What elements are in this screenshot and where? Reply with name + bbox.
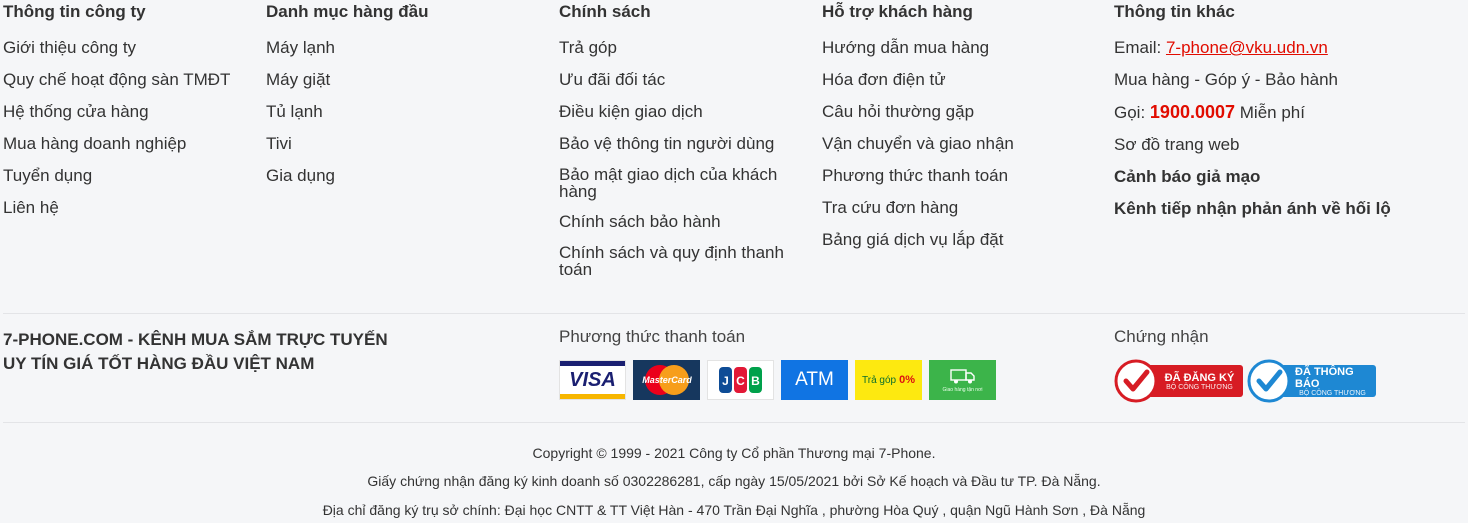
delivery-text: Giao hàng tận nơi <box>942 387 983 393</box>
footer-link[interactable]: Điều kiện giao dịch <box>559 102 799 122</box>
link-list: Hướng dẫn mua hàng Hóa đơn điện tử Câu h… <box>822 38 1102 250</box>
footer-link[interactable]: Liên hệ <box>3 198 253 218</box>
certification-badges: ĐÃ ĐĂNG KÝ BỘ CÔNG THƯƠNG ĐÃ THÔNG BÁO B… <box>1114 359 1376 403</box>
footer-column-other: Thông tin khác Email: 7-phone@vku.udn.vn… <box>1114 0 1454 231</box>
footer-link[interactable]: Vận chuyển và giao nhận <box>822 134 1102 154</box>
mastercard-icon: MasterCard <box>642 365 692 395</box>
installment-rate: 0% <box>899 374 915 386</box>
registered-badge[interactable]: ĐÃ ĐĂNG KÝ BỘ CÔNG THƯƠNG <box>1114 359 1243 403</box>
footer-link[interactable]: Câu hỏi thường gặp <box>822 102 1102 122</box>
delivery-logo[interactable]: Giao hàng tận nơi <box>929 360 996 400</box>
bribery-report-link[interactable]: Kênh tiếp nhận phản ánh về hối lộ <box>1114 199 1454 219</box>
registered-text: ĐÃ ĐĂNG KÝ <box>1164 371 1235 384</box>
installment-logo[interactable]: Trả góp 0% <box>855 360 922 400</box>
installment-text: Trả góp <box>862 374 897 386</box>
check-seal-icon <box>1114 359 1158 403</box>
footer-link[interactable]: Hóa đơn điện tử <box>822 70 1102 90</box>
footer-link[interactable]: Bảo vệ thông tin người dùng <box>559 134 799 154</box>
column-title: Chính sách <box>559 2 651 21</box>
footer-link[interactable]: Quy chế hoạt động sàn TMĐT <box>3 70 253 90</box>
link-list: Giới thiệu công ty Quy chế hoạt động sàn… <box>3 38 253 218</box>
footer-link[interactable]: Tivi <box>266 134 546 154</box>
footer-link[interactable]: Phương thức thanh toán <box>822 166 1102 186</box>
call-label: Gọi: <box>1114 103 1146 122</box>
atm-logo[interactable]: ATM <box>781 360 848 400</box>
mastercard-text: MasterCard <box>642 375 692 385</box>
brand-line: 7-PHONE.COM - KÊNH MUA SẮM TRỰC TUYẾN <box>3 330 388 349</box>
fraud-warning-link[interactable]: Cảnh báo giả mạo <box>1114 167 1454 187</box>
notified-pill: ĐÃ THÔNG BÁO BỘ CÔNG THƯƠNG <box>1281 365 1376 397</box>
footer-link[interactable]: Gia dụng <box>266 166 546 186</box>
mastercard-logo[interactable]: MasterCard <box>633 360 700 400</box>
registered-pill: ĐÃ ĐĂNG KÝ BỘ CÔNG THƯƠNG <box>1148 365 1243 397</box>
email-row: Email: 7-phone@vku.udn.vn <box>1114 38 1454 58</box>
footer-link[interactable]: Máy giặt <box>266 70 546 90</box>
divider <box>3 313 1465 314</box>
email-label: Email: <box>1114 38 1162 57</box>
footer-link[interactable]: Máy lạnh <box>266 38 546 58</box>
column-title: Hỗ trợ khách hàng <box>822 2 973 21</box>
payment-methods: VISA MasterCard J C B ATM Trả góp 0% Gia <box>559 360 996 400</box>
footer-link[interactable]: Giới thiệu công ty <box>3 38 253 58</box>
link-list: Máy lạnh Máy giặt Tủ lạnh Tivi Gia dụng <box>266 38 546 186</box>
copyright-text: Copyright © 1999 - 2021 Công ty Cổ phần … <box>532 445 936 461</box>
footer-link[interactable]: Bảng giá dịch vụ lắp đặt <box>822 230 1102 250</box>
footer-link[interactable]: Chính sách bảo hành <box>559 212 799 232</box>
brand-slogan: 7-PHONE.COM - KÊNH MUA SẮM TRỰC TUYẾN UY… <box>3 328 423 376</box>
column-title: Danh mục hàng đầu <box>266 2 429 21</box>
footer-column-support: Hỗ trợ khách hàng Hướng dẫn mua hàng Hóa… <box>822 0 1102 262</box>
footer-link[interactable]: Tra cứu đơn hàng <box>822 198 1102 218</box>
svg-text:B: B <box>751 374 760 388</box>
footer-link[interactable]: Ưu đãi đối tác <box>559 70 799 90</box>
check-seal-icon <box>1247 359 1291 403</box>
hotline-number[interactable]: 1900.0007 <box>1150 102 1235 122</box>
license-text: Giấy chứng nhận đăng ký kinh doanh số 03… <box>367 473 1101 489</box>
footer-link[interactable]: Mua hàng - Góp ý - Bảo hành <box>1114 70 1454 90</box>
truck-icon <box>949 369 975 384</box>
link-list: Email: 7-phone@vku.udn.vn Mua hàng - Góp… <box>1114 38 1454 219</box>
divider <box>3 422 1465 423</box>
notified-text: ĐÃ THÔNG BÁO <box>1295 365 1354 390</box>
svg-text:C: C <box>736 374 745 388</box>
payment-title: Phương thức thanh toán <box>559 327 746 346</box>
footer-link[interactable]: Trả góp <box>559 38 799 58</box>
footer-link[interactable]: Hệ thống cửa hàng <box>3 102 253 122</box>
footer-link[interactable]: Mua hàng doanh nghiệp <box>3 134 253 154</box>
footer-link[interactable]: Hướng dẫn mua hàng <box>822 38 1102 58</box>
column-title: Thông tin khác <box>1114 2 1235 21</box>
visa-text: VISA <box>569 368 616 391</box>
footer-link[interactable]: Chính sách và quy định thanh toán <box>559 244 799 278</box>
notified-badge[interactable]: ĐÃ THÔNG BÁO BỘ CÔNG THƯƠNG <box>1247 359 1376 403</box>
email-link[interactable]: 7-phone@vku.udn.vn <box>1166 38 1328 57</box>
sitemap-link[interactable]: Sơ đồ trang web <box>1114 135 1454 155</box>
ministry-text: BỘ CÔNG THƯƠNG <box>1166 383 1233 391</box>
visa-stripe-bottom <box>560 394 625 399</box>
svg-text:J: J <box>722 374 729 388</box>
column-title: Thông tin công ty <box>3 2 146 21</box>
free-label: Miễn phí <box>1239 103 1305 122</box>
address-text: Địa chỉ đăng ký trụ sở chính: Đại học CN… <box>322 502 1146 518</box>
ministry-text: BỘ CÔNG THƯƠNG <box>1299 389 1366 397</box>
link-list: Trả góp Ưu đãi đối tác Điều kiện giao dị… <box>559 38 799 278</box>
footer-link[interactable]: Bảo mật giao dịch của khách hàng <box>559 166 799 200</box>
footer-link[interactable]: Tủ lạnh <box>266 102 546 122</box>
visa-stripe-top <box>560 361 625 366</box>
jcb-icon: J C B <box>718 367 762 393</box>
hotline-row: Gọi: 1900.0007 Miễn phí <box>1114 102 1454 123</box>
footer-column-policy: Chính sách Trả góp Ưu đãi đối tác Điều k… <box>559 0 799 290</box>
footer-column-categories: Danh mục hàng đầu Máy lạnh Máy giặt Tủ l… <box>266 0 546 198</box>
brand-line: UY TÍN GIÁ TỐT HÀNG ĐẦU VIỆT NAM <box>3 354 315 373</box>
jcb-logo[interactable]: J C B <box>707 360 774 400</box>
footer-column-company: Thông tin công ty Giới thiệu công ty Quy… <box>3 0 253 230</box>
certification-title: Chứng nhận <box>1114 327 1209 346</box>
visa-logo[interactable]: VISA <box>559 360 626 400</box>
footer-link[interactable]: Tuyển dụng <box>3 166 253 186</box>
